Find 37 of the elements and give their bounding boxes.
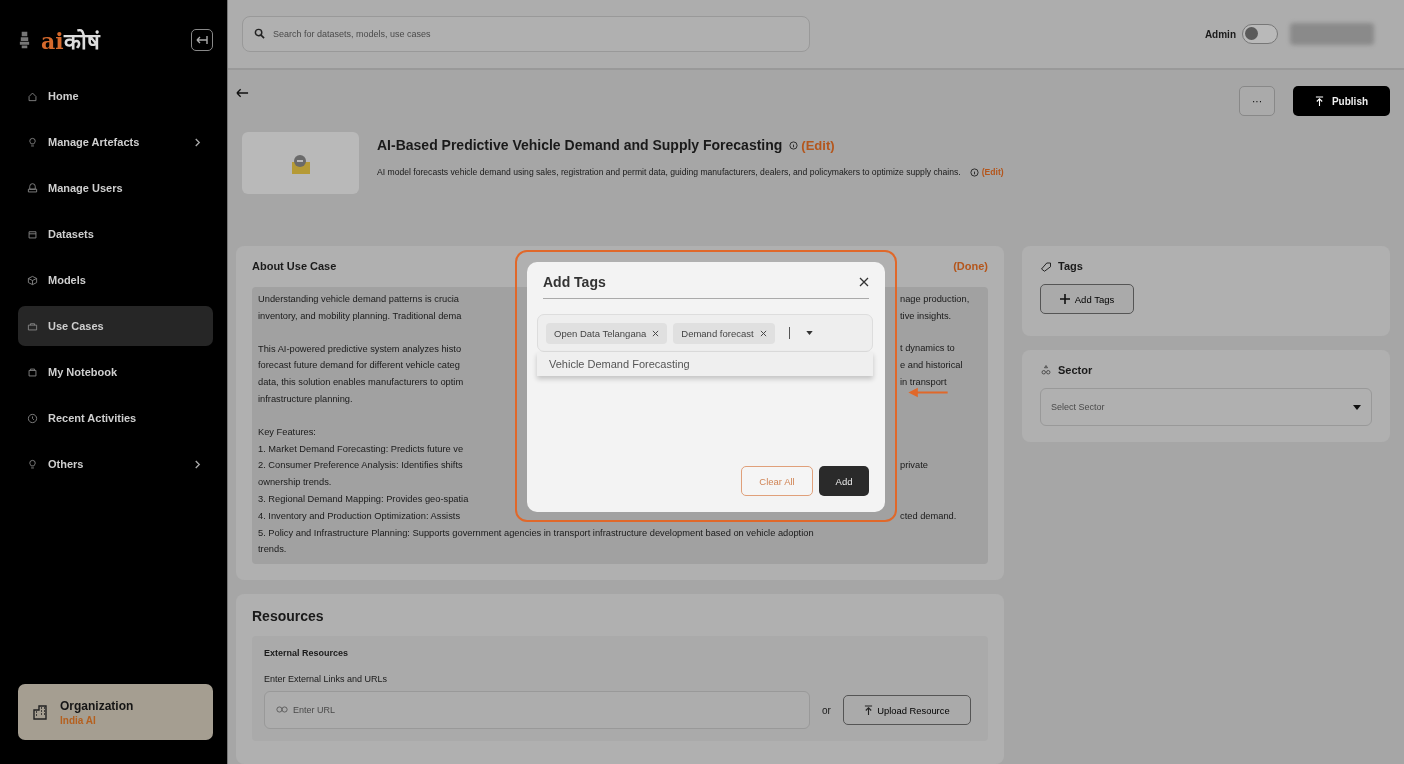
text-line: ownership trends.	[258, 476, 332, 490]
logo: aiकोषं	[41, 27, 102, 55]
text-line: forecast future demand for different vehicle categ	[258, 359, 461, 373]
or-label: or	[822, 704, 831, 716]
field-label: Enter External Links and URLs	[264, 674, 389, 685]
section-title: External Resources	[264, 648, 350, 659]
text-line: data, this solution enables manufacturers to optim	[258, 376, 465, 390]
tag-chip: Open Data Telangana	[546, 322, 668, 344]
use-case-title: AI-Based Predictive Vehicle Demand and Supply Forecasting	[377, 137, 783, 153]
dialog-title: Add Tags	[543, 274, 606, 290]
text-line: 2. Consumer Preference Analysis: Identifies shifts	[258, 459, 464, 473]
text-line: infrastructure planning.	[258, 393, 353, 406]
text-line: 4. Inventory and Production Optimization: Assists	[258, 509, 462, 523]
organization-label: Organization	[60, 698, 134, 713]
text-line: trends.	[258, 543, 287, 557]
text-line: 3. Regional Demand Mapping: Provides geo-spatia	[258, 492, 469, 506]
text-line: 5. Policy and Infrastructure Planning: Supports government agencies in transport infrastructure development based on vehicle adoption	[258, 526, 814, 540]
text-line: t dynamics to	[900, 343, 956, 355]
organization-name: India AI	[60, 714, 97, 726]
use-case-description: AI model forecasts vehicle demand using sales, registration and permit data, guiding manufacturers, dealers, and policymakers to optimize supply chains.	[377, 167, 961, 177]
text-line: Key Features:	[258, 425, 316, 439]
text-line: cted demand.	[900, 510, 958, 522]
text-line: tive insights.	[900, 310, 953, 322]
text-line: inventory, and mobility planning. Traditional dema	[258, 309, 463, 323]
text-line: nage production,	[900, 293, 971, 305]
tags-title: Tags	[1058, 260, 1083, 272]
text-line: e and historical	[900, 360, 964, 372]
role-label: Admin	[1204, 28, 1236, 40]
about-title: About Use Case	[252, 260, 337, 272]
sector-title: Sector	[1058, 364, 1093, 376]
text-line: 1. Market Demand Forecasting: Predicts future ve	[258, 442, 464, 456]
text-line: in transport	[900, 377, 948, 389]
tag-chip: Demand forecast	[673, 322, 775, 344]
text-line: This AI-powered predictive system analyzes histo	[258, 342, 463, 356]
text-line: Understanding vehicle demand patterns is crucia	[258, 293, 461, 306]
resources-title: Resources	[252, 608, 325, 625]
text-line: private	[900, 460, 929, 472]
